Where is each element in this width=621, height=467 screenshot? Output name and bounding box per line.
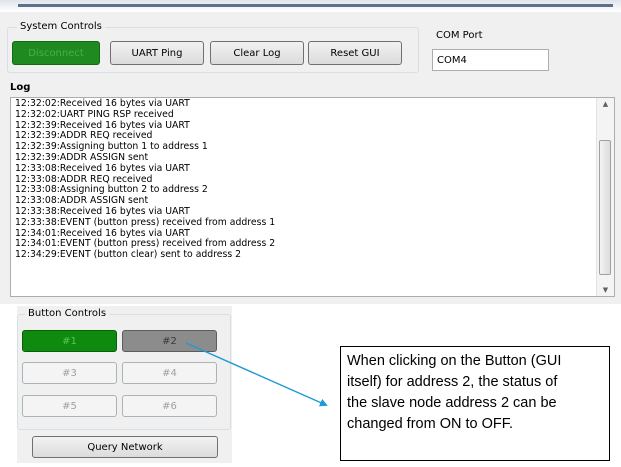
com-port-label: COM Port xyxy=(436,30,483,41)
node-button-6[interactable]: #6 xyxy=(122,395,217,417)
node-button-1[interactable]: #1 xyxy=(22,330,117,352)
log-lines: 12:32:02:Received 16 bytes via UART 12:32… xyxy=(11,98,614,261)
scroll-down-icon[interactable]: ▼ xyxy=(597,286,614,294)
log-textbox[interactable]: 12:32:02:Received 16 bytes via UART 12:32… xyxy=(10,97,615,297)
node-button-3[interactable]: #3 xyxy=(22,362,117,384)
scroll-thumb[interactable] xyxy=(599,140,611,275)
annotation-callout: When clicking on the Button (GUI itself)… xyxy=(340,346,610,461)
log-title: Log xyxy=(10,82,31,93)
log-line: 12:34:29:EVENT (button clear) sent to ad… xyxy=(15,249,242,261)
clear-log-button[interactable]: Clear Log xyxy=(210,41,304,65)
system-controls-title: System Controls xyxy=(17,21,105,32)
node-button-2[interactable]: #2 xyxy=(122,330,217,352)
uart-ping-button[interactable]: UART Ping xyxy=(110,41,204,65)
window-top-strip xyxy=(0,0,621,12)
annotation-line: changed from ON to OFF. xyxy=(347,416,514,432)
node-button-5[interactable]: #5 xyxy=(22,395,117,417)
node-button-4[interactable]: #4 xyxy=(122,362,217,384)
log-line: 12:32:02:UART PING RSP received xyxy=(15,108,174,120)
log-scrollbar[interactable]: ▲ ▼ xyxy=(596,98,614,296)
scroll-up-icon[interactable]: ▲ xyxy=(597,100,614,108)
reset-gui-button[interactable]: Reset GUI xyxy=(308,41,402,65)
log-line: 12:33:08:Received 16 bytes via UART xyxy=(15,162,190,174)
log-line: 12:33:38:EVENT (button press) received f… xyxy=(15,216,276,228)
annotation-line: itself) for address 2, the status of xyxy=(347,374,558,390)
window-title-bar xyxy=(18,4,613,7)
button-controls-title: Button Controls xyxy=(25,308,110,319)
query-network-button[interactable]: Query Network xyxy=(32,436,218,458)
com-port-field[interactable]: COM4 xyxy=(432,49,549,71)
disconnect-button[interactable]: Disconnect xyxy=(12,41,100,65)
annotation-line: When clicking on the Button (GUI xyxy=(347,353,562,369)
annotation-line: the slave node address 2 can be xyxy=(347,395,557,411)
